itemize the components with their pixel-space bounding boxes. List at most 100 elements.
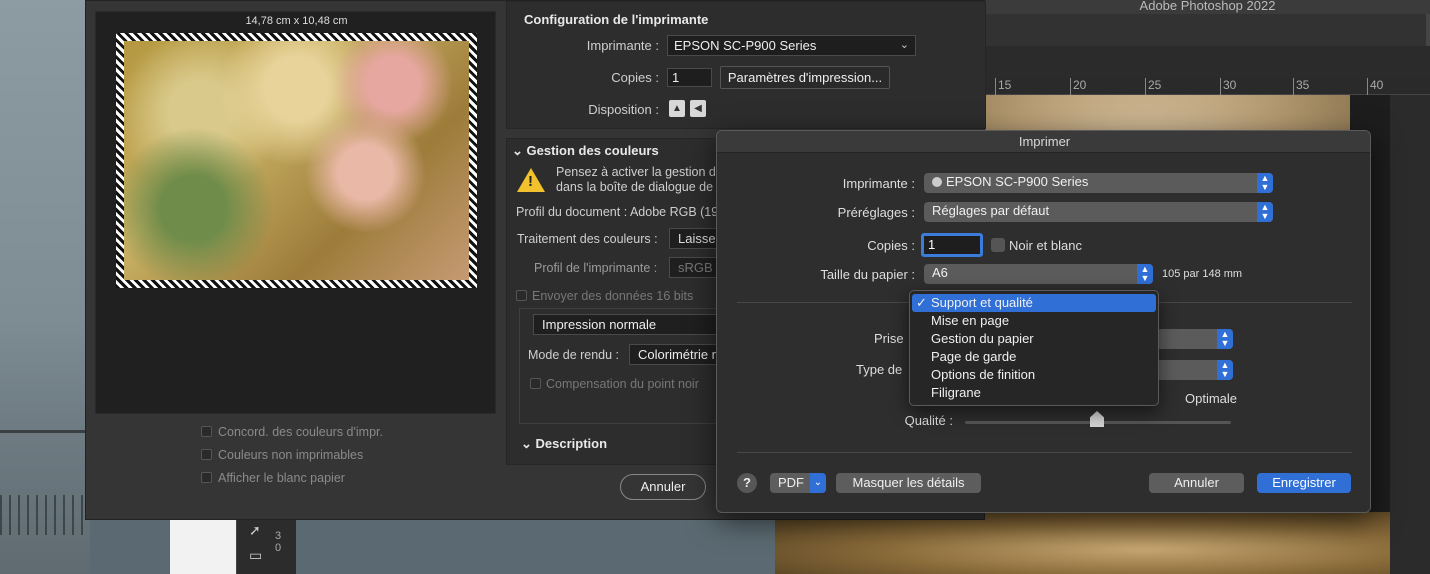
black-point-label: Compensation du point noir bbox=[546, 377, 699, 391]
render-mode-label: Mode de rendu : bbox=[528, 348, 620, 362]
copies-label: Copies : bbox=[611, 70, 659, 85]
layout-label: Disposition : bbox=[588, 102, 659, 117]
paper-size-dimensions: 105 par 148 mm bbox=[1162, 268, 1243, 280]
paper-feed-label: Prise bbox=[874, 331, 904, 346]
match-colors-checkbox[interactable]: Concord. des couleurs d'impr. bbox=[201, 425, 383, 439]
pdf-button[interactable]: PDF ⌄ bbox=[770, 473, 826, 493]
preview-image bbox=[124, 41, 469, 280]
tab-edge bbox=[1426, 14, 1430, 46]
save-button[interactable]: Enregistrer bbox=[1257, 473, 1351, 493]
help-button[interactable]: ? bbox=[737, 473, 757, 493]
menu-item-options-finition[interactable]: Options de finition bbox=[910, 366, 1158, 384]
copies-input[interactable]: 1 bbox=[667, 68, 712, 87]
chevron-updown-icon: ▲ ▼ bbox=[1257, 173, 1273, 193]
chevron-updown-icon: ▲ ▼ bbox=[1217, 329, 1233, 349]
menu-item-mise-en-page[interactable]: Mise en page bbox=[910, 312, 1158, 330]
description-title[interactable]: ⌄ Description bbox=[521, 436, 607, 452]
presets-popup[interactable]: Réglages par défaut ▲ ▼ bbox=[924, 202, 1273, 222]
warning-text-line2: dans la boîte de dialogue de bbox=[556, 180, 714, 194]
black-white-checkbox[interactable] bbox=[991, 238, 1005, 252]
vertical-ruler-digit: 0 bbox=[275, 542, 282, 554]
ruler-tick: 30 bbox=[1220, 78, 1236, 95]
landscape-layout-icon[interactable]: ◀ bbox=[690, 100, 706, 117]
chevron-updown-icon: ▲ ▼ bbox=[1217, 360, 1233, 380]
desktop-pier bbox=[0, 430, 90, 433]
menu-item-label: Support et qualité bbox=[931, 295, 1033, 310]
printer-select[interactable]: EPSON SC-P900 Series ⌄ bbox=[667, 35, 916, 56]
color-mgmt-title-text: Gestion des couleurs bbox=[526, 143, 659, 158]
printer-popup[interactable]: EPSON SC-P900 Series ▲ ▼ bbox=[924, 173, 1273, 193]
copies-label: Copies : bbox=[867, 238, 915, 253]
send-16bit-label: Envoyer des données 16 bits bbox=[532, 289, 694, 303]
preview-dimensions: 14,78 cm x 10,48 cm bbox=[245, 15, 348, 27]
paper-size-popup[interactable]: A6 ▲ ▼ bbox=[924, 264, 1153, 284]
printer-label: Imprimante : bbox=[586, 38, 659, 53]
quality-label: Qualité : bbox=[904, 413, 953, 428]
paper-size-value: A6 bbox=[932, 265, 948, 280]
move-tool-icon[interactable]: ➚ bbox=[249, 522, 261, 539]
paper-white-label: Afficher le blanc papier bbox=[218, 471, 345, 485]
printer-label: Imprimante : bbox=[842, 176, 915, 191]
quality-slider-thumb[interactable] bbox=[1090, 411, 1104, 427]
photoshop-tab-bar bbox=[985, 14, 1430, 46]
printer-profile-label: Profil de l'imprimante : bbox=[534, 261, 658, 275]
photoshop-toolbar: ➚ ▭ 3 0 bbox=[236, 520, 296, 574]
black-white-label: Noir et blanc bbox=[1009, 238, 1082, 253]
portrait-layout-icon[interactable]: ▲ bbox=[669, 100, 685, 117]
canvas-photo-bottom bbox=[775, 512, 1390, 574]
cancel-button[interactable]: Annuler bbox=[620, 474, 706, 500]
photoshop-title: Adobe Photoshop 2022 bbox=[985, 0, 1430, 14]
chevron-down-icon: ⌄ bbox=[899, 39, 909, 51]
ruler-tick: 40 bbox=[1367, 78, 1383, 95]
preview-paper bbox=[116, 33, 477, 288]
print-settings-button[interactable]: Paramètres d'impression... bbox=[720, 66, 890, 89]
menu-item-filigrane[interactable]: Filigrane bbox=[910, 384, 1158, 402]
color-mgmt-title[interactable]: ⌄ Gestion des couleurs bbox=[512, 143, 659, 159]
marquee-tool-icon[interactable]: ▭ bbox=[249, 547, 262, 564]
pdf-button-label: PDF bbox=[778, 475, 804, 490]
dialog-title: Imprimer bbox=[717, 131, 1370, 153]
paper-feed-popup[interactable]: ▲ ▼ bbox=[1157, 329, 1233, 349]
ruler-tick: 25 bbox=[1145, 78, 1161, 95]
checkbox-box[interactable] bbox=[201, 426, 212, 437]
separator bbox=[737, 452, 1352, 453]
media-type-popup[interactable]: ▲ ▼ bbox=[1157, 360, 1233, 380]
presets-popup-value: Réglages par défaut bbox=[932, 203, 1050, 218]
chevron-updown-icon: ▲ ▼ bbox=[1257, 202, 1273, 222]
menu-item-page-de-garde[interactable]: Page de garde bbox=[910, 348, 1158, 366]
checkbox-box[interactable] bbox=[201, 472, 212, 483]
document-white-area bbox=[170, 520, 236, 574]
horizontal-ruler: 15 20 25 30 35 40 bbox=[985, 78, 1430, 95]
hide-details-button[interactable]: Masquer les détails bbox=[836, 473, 981, 493]
presets-label: Préréglages : bbox=[837, 205, 915, 220]
color-handling-label: Traitement des couleurs : bbox=[517, 232, 658, 246]
desktop-posts bbox=[0, 495, 90, 535]
desktop-background bbox=[0, 0, 90, 574]
warning-text-line1: Pensez à activer la gestion d bbox=[556, 165, 716, 179]
checkbox-box[interactable] bbox=[201, 449, 212, 460]
match-colors-label: Concord. des couleurs d'impr. bbox=[218, 425, 383, 439]
black-point-checkbox[interactable]: Compensation du point noir bbox=[530, 377, 699, 391]
menu-item-support-qualite[interactable]: ✓ Support et qualité bbox=[912, 294, 1156, 312]
checkbox-box[interactable] bbox=[516, 290, 527, 301]
cancel-button[interactable]: Annuler bbox=[1149, 473, 1244, 493]
send-16bit-checkbox[interactable]: Envoyer des données 16 bits bbox=[516, 289, 693, 303]
checkmark-icon: ✓ bbox=[916, 295, 927, 310]
paper-white-checkbox[interactable]: Afficher le blanc papier bbox=[201, 471, 345, 485]
chevron-updown-icon: ▲ ▼ bbox=[1137, 264, 1153, 284]
menu-item-gestion-papier[interactable]: Gestion du papier bbox=[910, 330, 1158, 348]
gamut-warning-checkbox[interactable]: Couleurs non imprimables bbox=[201, 448, 363, 462]
printer-config-section: Configuration de l'imprimante Imprimante… bbox=[506, 1, 986, 129]
checkbox-box[interactable] bbox=[530, 378, 541, 389]
paper-size-label: Taille du papier : bbox=[820, 267, 915, 282]
description-title-text: Description bbox=[535, 436, 608, 451]
chevron-down-icon: ⌄ bbox=[512, 143, 527, 158]
warning-icon: ! bbox=[517, 168, 545, 192]
copies-field[interactable]: 1 bbox=[921, 233, 983, 257]
printer-config-title: Configuration de l'imprimante bbox=[524, 12, 709, 27]
gamut-warning-label: Couleurs non imprimables bbox=[218, 448, 364, 462]
section-popup-menu: ✓ Support et qualité Mise en page Gestion… bbox=[909, 290, 1159, 406]
media-type-label: Type de bbox=[856, 362, 903, 377]
print-mode-select[interactable]: Impression normale bbox=[533, 314, 733, 335]
print-preview-panel: 14,78 cm x 10,48 cm bbox=[95, 11, 496, 414]
